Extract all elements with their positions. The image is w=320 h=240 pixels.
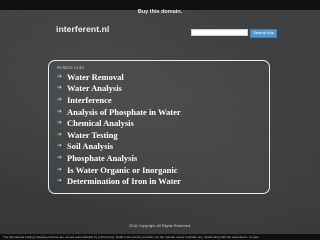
link-label[interactable]: Phosphate Analysis bbox=[67, 153, 137, 163]
disclaimer-text: The Sponsored Listings displayed above a… bbox=[3, 235, 259, 239]
link-label[interactable]: Water Removal bbox=[67, 72, 124, 82]
arrow-right-icon: ➔ bbox=[57, 166, 63, 173]
link-label[interactable]: Soil Analysis bbox=[67, 141, 113, 151]
search-button[interactable]: Search Ads bbox=[250, 29, 277, 38]
link-label[interactable]: Chemical Analysis bbox=[67, 118, 134, 128]
copyright-text: 2016 Copyright. All Rights Reserved. bbox=[128, 224, 192, 228]
list-item[interactable]: ➔ Analysis of Phosphate in Water bbox=[57, 106, 181, 118]
list-item[interactable]: ➔ Water Removal bbox=[57, 71, 181, 83]
arrow-right-icon: ➔ bbox=[57, 131, 63, 138]
related-links-panel: Related Links ➔ Water Removal ➔ Water An… bbox=[48, 60, 270, 194]
list-item[interactable]: ➔ Soil Analysis bbox=[57, 141, 181, 153]
buy-domain-link[interactable]: Buy this domain. bbox=[138, 9, 182, 15]
list-item[interactable]: ➔ Phosphate Analysis bbox=[57, 152, 181, 164]
link-label[interactable]: Water Analysis bbox=[67, 83, 122, 93]
list-item[interactable]: ➔ Is Water Organic or Inorganic bbox=[57, 164, 181, 176]
arrow-right-icon: ➔ bbox=[57, 154, 63, 161]
link-label[interactable]: Water Testing bbox=[67, 130, 118, 140]
arrow-right-icon: ➔ bbox=[57, 96, 63, 103]
arrow-right-icon: ➔ bbox=[57, 108, 63, 115]
link-label[interactable]: Determination of Iron in Water bbox=[67, 176, 181, 186]
list-item[interactable]: ➔ Interference bbox=[57, 94, 181, 106]
list-item[interactable]: ➔ Chemical Analysis bbox=[57, 117, 181, 129]
arrow-right-icon: ➔ bbox=[57, 85, 63, 92]
site-logo[interactable]: interferent.nl bbox=[56, 24, 109, 34]
link-label[interactable]: Interference bbox=[67, 95, 112, 105]
related-links-title: Related Links bbox=[57, 65, 85, 70]
list-item[interactable]: ➔ Water Analysis bbox=[57, 83, 181, 95]
list-item[interactable]: ➔ Water Testing bbox=[57, 129, 181, 141]
list-item[interactable]: ➔ Determination of Iron in Water bbox=[57, 175, 181, 187]
disclaimer-bar: The Sponsored Listings displayed above a… bbox=[0, 234, 320, 240]
search-input[interactable] bbox=[191, 29, 248, 36]
link-label[interactable]: Is Water Organic or Inorganic bbox=[67, 165, 178, 175]
related-links-list: ➔ Water Removal ➔ Water Analysis ➔ Inter… bbox=[57, 71, 181, 187]
arrow-right-icon: ➔ bbox=[57, 73, 63, 80]
link-label[interactable]: Analysis of Phosphate in Water bbox=[67, 107, 181, 117]
search-form: Search Ads bbox=[191, 29, 277, 38]
arrow-right-icon: ➔ bbox=[57, 143, 63, 150]
arrow-right-icon: ➔ bbox=[57, 178, 63, 185]
top-banner: Buy this domain. bbox=[0, 0, 320, 15]
arrow-right-icon: ➔ bbox=[57, 120, 63, 127]
